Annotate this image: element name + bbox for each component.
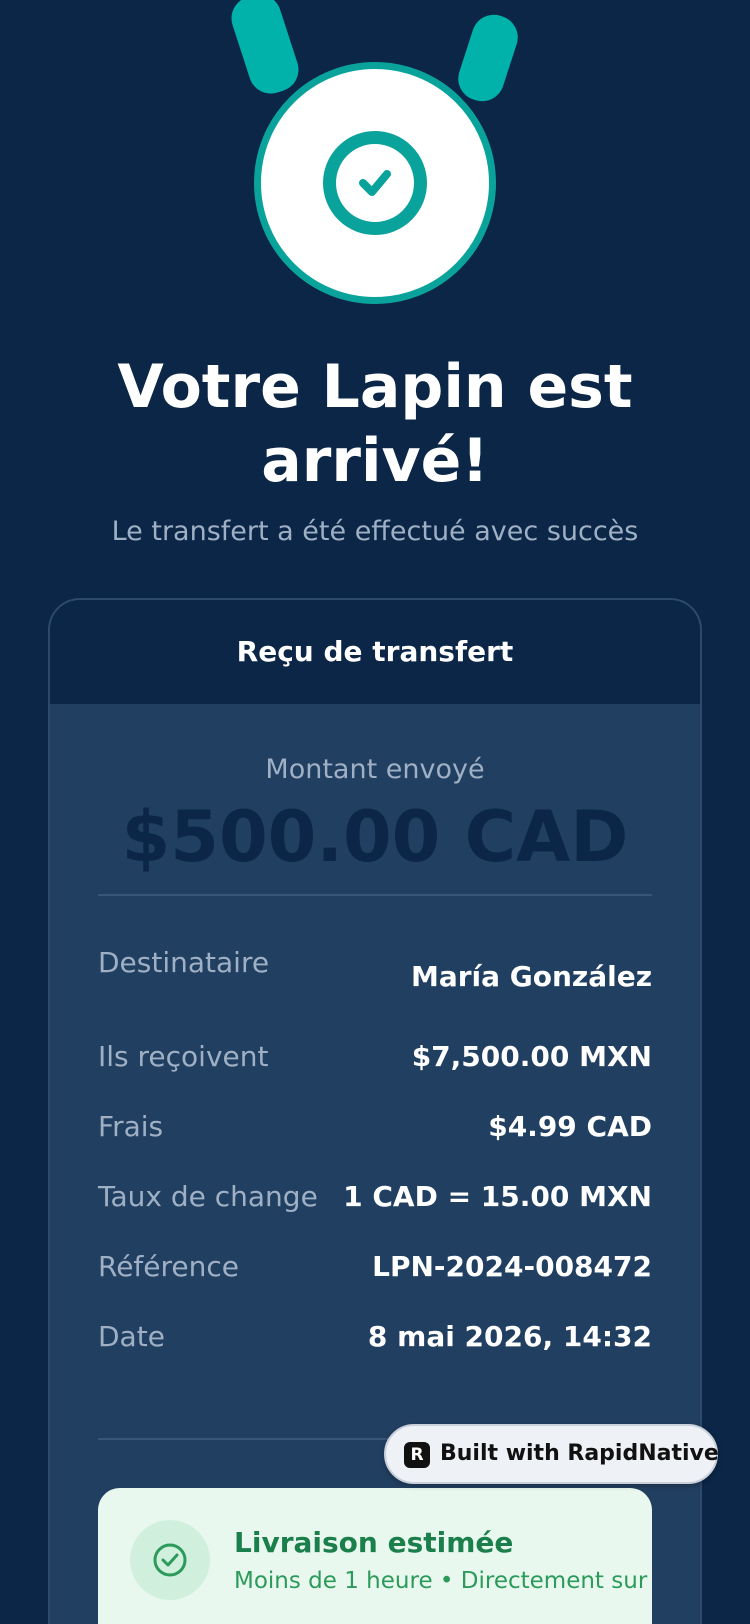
row-value: $4.99 CAD	[488, 1110, 652, 1143]
row-value: LPN-2024-008472	[372, 1250, 652, 1283]
row-label: Date	[98, 1320, 165, 1353]
row-value: 8 mai 2026, 14:32	[367, 1320, 652, 1353]
row-value: 1 CAD = 15.00 MXN	[343, 1180, 652, 1213]
delivery-description: Moins de 1 heure • Directement sur son c	[234, 1568, 652, 1594]
row-label: Destinataire	[98, 946, 270, 979]
row-received: Ils reçoivent $7,500.00 MXN	[98, 1040, 652, 1080]
page-title-line1: Votre Lapin est	[117, 352, 633, 422]
page-title: Votre Lapin est arrivé!	[0, 350, 750, 498]
row-value: María González	[410, 960, 652, 993]
hero-illustration	[0, 0, 750, 320]
check-circle-icon	[130, 1520, 210, 1600]
page-subtitle: Le transfert a été effectué avec succès	[111, 516, 639, 547]
delivery-estimate: Livraison estimée Moins de 1 heure • Dir…	[98, 1488, 652, 1624]
row-exchange-rate: Taux de change 1 CAD = 15.00 MXN	[98, 1180, 652, 1220]
row-label: Ils reçoivent	[98, 1040, 269, 1073]
rabbit-ear-left	[225, 0, 305, 100]
row-value: $7,500.00 MXN	[411, 1040, 652, 1073]
rapidnative-logo-icon: R	[404, 1442, 430, 1468]
amount-label: Montant envoyé	[265, 754, 485, 785]
row-date: Date 8 mai 2026, 14:32	[98, 1320, 652, 1360]
delivery-title: Livraison estimée	[234, 1526, 514, 1559]
built-with-badge[interactable]: R Built with RapidNative	[384, 1424, 719, 1484]
row-recipient: Destinataire María González	[98, 946, 652, 993]
success-check-icon	[323, 131, 427, 235]
badge-text: Built with RapidNative	[440, 1441, 719, 1466]
row-reference: Référence LPN-2024-008472	[98, 1250, 652, 1290]
row-label: Taux de change	[98, 1180, 318, 1213]
divider	[98, 894, 652, 896]
row-fees: Frais $4.99 CAD	[98, 1110, 652, 1150]
amount-value: $500.00 CAD	[121, 796, 629, 878]
row-label: Frais	[98, 1110, 164, 1143]
rabbit-ear-right	[452, 9, 524, 107]
page-title-line2: arrivé!	[261, 426, 489, 496]
receipt-header: Reçu de transfert	[50, 600, 700, 704]
row-label: Référence	[98, 1250, 239, 1283]
